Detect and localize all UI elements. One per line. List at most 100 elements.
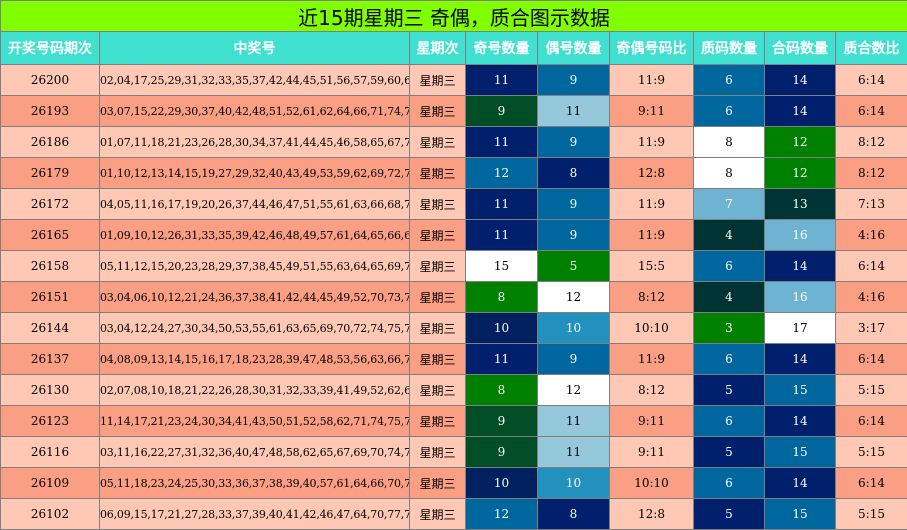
cell-prime-count: 5 [693,436,765,468]
cell-odd-count: 10 [465,467,538,499]
cell-numbers: 01,09,10,12,26,31,33,35,39,42,46,48,49,5… [99,219,410,251]
cell-odd-count: 12 [465,157,538,189]
cell-weekday: 星期三 [409,374,466,406]
cell-numbers: 02,04,17,25,29,31,32,33,35,37,42,44,45,5… [99,64,410,96]
cell-even-count: 10 [537,467,610,499]
cell-odd-count: 9 [465,95,538,127]
cell-odd-count: 9 [465,405,538,437]
cell-prime-count: 6 [693,250,765,282]
cell-even-count: 9 [537,126,610,158]
header-odd-even-ratio: 奇偶号码比 [609,31,694,65]
cell-period: 26102 [0,498,100,530]
cell-numbers: 01,10,12,13,14,15,19,27,29,32,40,43,49,5… [99,157,410,189]
table-row: 26186 01,07,11,18,21,23,26,28,30,34,37,41… [0,126,907,158]
table-row: 26193 03,07,15,22,29,30,37,40,42,48,51,52… [0,95,907,127]
cell-prime-composite-ratio: 6:14 [834,250,907,282]
cell-odd-even-ratio: 11:9 [609,188,694,220]
cell-prime-count: 5 [693,498,765,530]
cell-odd-count: 11 [465,219,538,251]
cell-composite-count: 15 [764,436,836,468]
cell-odd-even-ratio: 11:9 [609,64,694,96]
cell-weekday: 星期三 [409,405,466,437]
cell-numbers: 06,09,15,17,21,27,28,33,37,39,40,41,42,4… [99,498,410,530]
cell-even-count: 5 [537,250,610,282]
cell-numbers: 05,11,18,23,24,25,30,33,36,37,38,39,40,5… [99,467,410,499]
cell-odd-even-ratio: 11:9 [609,343,694,375]
cell-weekday: 星期三 [409,95,466,127]
cell-odd-even-ratio: 9:11 [609,405,694,437]
cell-composite-count: 17 [764,312,836,344]
cell-period: 26186 [0,126,100,158]
cell-prime-count: 6 [693,467,765,499]
header-numbers: 中奖号 [99,31,410,65]
cell-odd-count: 11 [465,126,538,158]
cell-odd-even-ratio: 11:9 [609,219,694,251]
cell-prime-composite-ratio: 6:14 [834,95,907,127]
cell-composite-count: 16 [764,219,836,251]
cell-composite-count: 15 [764,374,836,406]
cell-prime-count: 6 [693,95,765,127]
cell-numbers: 01,07,11,18,21,23,26,28,30,34,37,41,44,4… [99,126,410,158]
header-period: 开奖号码期次 [0,31,100,65]
cell-weekday: 星期三 [409,188,466,220]
cell-period: 26109 [0,467,100,499]
cell-odd-count: 9 [465,436,538,468]
cell-weekday: 星期三 [409,64,466,96]
cell-composite-count: 14 [764,95,836,127]
cell-composite-count: 14 [764,467,836,499]
cell-period: 26179 [0,157,100,189]
cell-weekday: 星期三 [409,312,466,344]
cell-prime-composite-ratio: 3:17 [834,312,907,344]
cell-prime-count: 7 [693,188,765,220]
table-row: 26144 03,04,12,24,27,30,34,50,53,55,61,63… [0,312,907,344]
title-row: 近15期星期三 奇偶，质合图示数据 [0,0,907,32]
cell-numbers: 04,08,09,13,14,15,16,17,18,23,28,39,47,4… [99,343,410,375]
cell-odd-even-ratio: 8:12 [609,374,694,406]
cell-period: 26200 [0,64,100,96]
cell-weekday: 星期三 [409,436,466,468]
cell-numbers: 03,07,15,22,29,30,37,40,42,48,51,52,61,6… [99,95,410,127]
cell-odd-even-ratio: 9:11 [609,95,694,127]
cell-weekday: 星期三 [409,281,466,313]
cell-period: 26130 [0,374,100,406]
cell-period: 26165 [0,219,100,251]
cell-period: 26123 [0,405,100,437]
cell-prime-count: 6 [693,64,765,96]
cell-weekday: 星期三 [409,343,466,375]
cell-even-count: 9 [537,64,610,96]
cell-prime-count: 6 [693,405,765,437]
table-row: 26179 01,10,12,13,14,15,19,27,29,32,40,43… [0,157,907,189]
cell-period: 26137 [0,343,100,375]
page-title: 近15期星期三 奇偶，质合图示数据 [0,0,907,32]
table-row: 26137 04,08,09,13,14,15,16,17,18,23,28,39… [0,343,907,375]
table-row: 26172 04,05,11,16,17,19,20,26,37,44,46,47… [0,188,907,220]
cell-prime-count: 4 [693,219,765,251]
cell-composite-count: 14 [764,405,836,437]
cell-even-count: 11 [537,405,610,437]
cell-odd-count: 10 [465,312,538,344]
cell-odd-even-ratio: 10:10 [609,312,694,344]
cell-prime-composite-ratio: 6:14 [834,64,907,96]
cell-period: 26172 [0,188,100,220]
header-prime-count: 质码数量 [693,31,765,65]
table-row: 26200 02,04,17,25,29,31,32,33,35,37,42,44… [0,64,907,96]
cell-odd-even-ratio: 8:12 [609,281,694,313]
cell-prime-composite-ratio: 6:14 [834,405,907,437]
cell-prime-composite-ratio: 6:14 [834,343,907,375]
header-weekday: 星期次 [409,31,466,65]
table-row: 26151 03,04,06,10,12,21,24,36,37,38,41,42… [0,281,907,313]
cell-period: 26193 [0,95,100,127]
cell-composite-count: 13 [764,188,836,220]
cell-prime-composite-ratio: 8:12 [834,126,907,158]
cell-numbers: 03,04,06,10,12,21,24,36,37,38,41,42,44,4… [99,281,410,313]
cell-prime-composite-ratio: 7:13 [834,188,907,220]
cell-composite-count: 12 [764,157,836,189]
cell-numbers: 03,04,12,24,27,30,34,50,53,55,61,63,65,6… [99,312,410,344]
table-row: 26130 02,07,08,10,18,21,22,26,28,30,31,32… [0,374,907,406]
cell-odd-even-ratio: 12:8 [609,498,694,530]
cell-even-count: 12 [537,281,610,313]
cell-prime-composite-ratio: 5:15 [834,498,907,530]
cell-prime-composite-ratio: 5:15 [834,374,907,406]
cell-prime-composite-ratio: 6:14 [834,467,907,499]
cell-prime-composite-ratio: 4:16 [834,281,907,313]
